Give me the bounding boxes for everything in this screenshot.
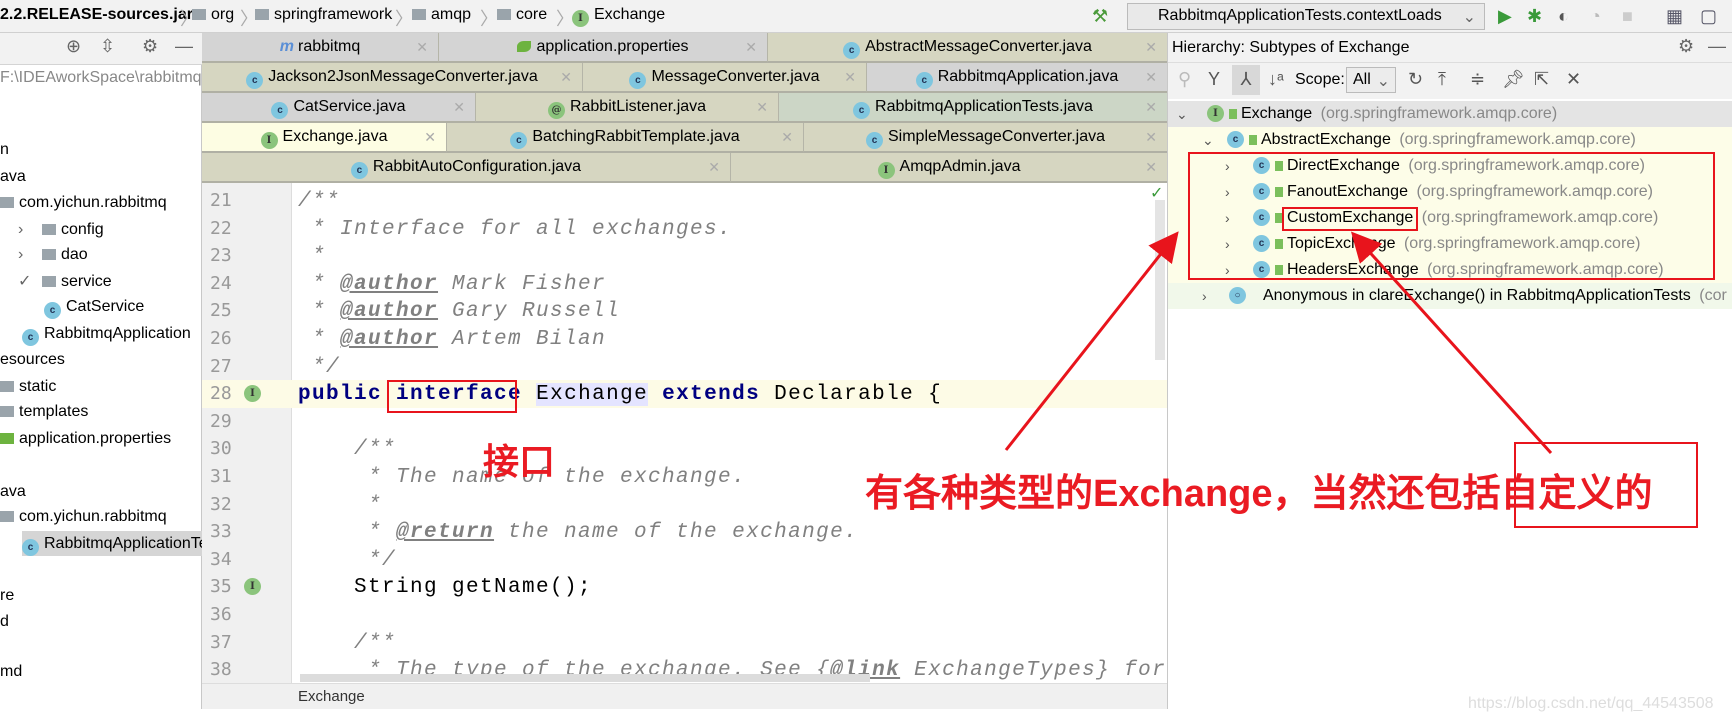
annotation-arrows: [1004, 231, 1553, 455]
arrow-to-subtypes: [1004, 231, 1179, 451]
arrow-to-custom-exchange: [1350, 231, 1553, 455]
